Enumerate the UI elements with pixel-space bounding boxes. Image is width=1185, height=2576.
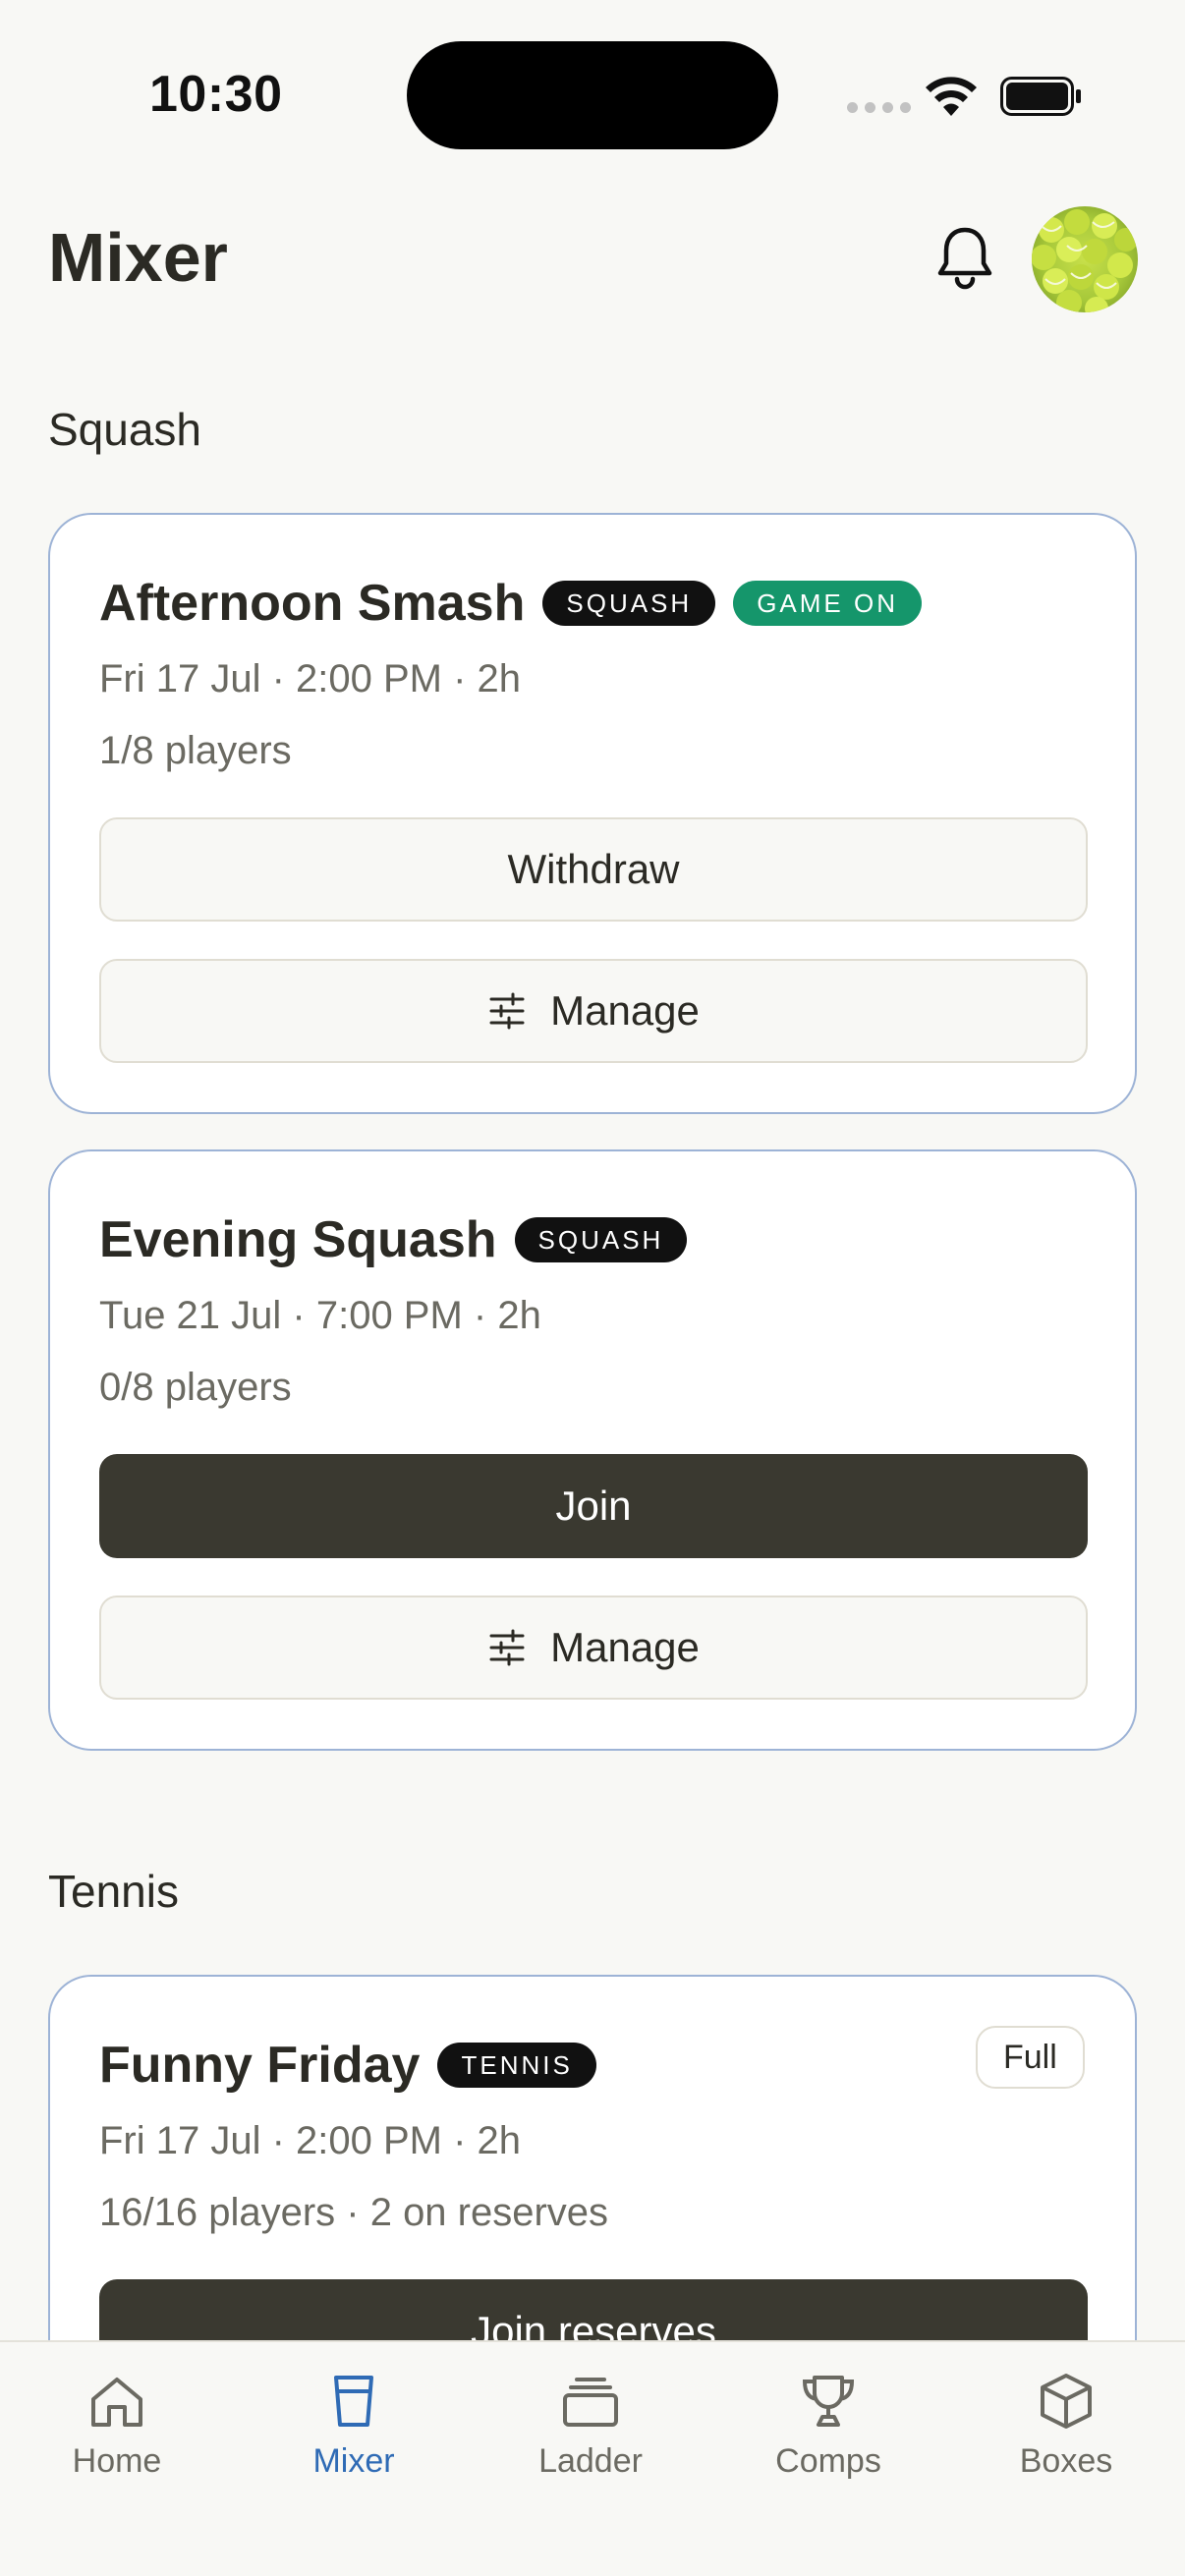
tab-boxes[interactable]: Boxes bbox=[973, 2370, 1159, 2481]
tab-label: Mixer bbox=[312, 2442, 395, 2480]
sport-tag: SQUASH bbox=[514, 1217, 688, 1262]
mixer-screen: 10:30 Mixer Squash Afternoon Smash SQUAS… bbox=[0, 0, 1185, 2576]
join-button-label: Join bbox=[555, 1483, 632, 1529]
game-on-tag: GAME ON bbox=[733, 581, 922, 626]
notifications-bell-icon[interactable] bbox=[933, 224, 996, 293]
tab-ladder[interactable]: Ladder bbox=[497, 2370, 684, 2481]
box-icon bbox=[1041, 2374, 1092, 2429]
manage-button-label: Manage bbox=[550, 1624, 700, 1670]
battery-icon bbox=[1000, 77, 1081, 116]
tab-home[interactable]: Home bbox=[24, 2370, 210, 2481]
full-status-badge: Full bbox=[976, 2026, 1085, 2089]
card-datetime: Fri 17 Jul · 2:00 PM · 2h bbox=[99, 657, 522, 700]
card-title: Funny Friday bbox=[99, 2037, 421, 2094]
avatar[interactable] bbox=[1032, 206, 1138, 312]
manage-button[interactable]: Manage bbox=[99, 1596, 1088, 1700]
ladder-icon bbox=[563, 2378, 618, 2427]
tab-label: Comps bbox=[775, 2442, 881, 2480]
page-title: Mixer bbox=[48, 219, 228, 296]
status-time: 10:30 bbox=[149, 66, 283, 123]
card-title: Evening Squash bbox=[99, 1211, 497, 1268]
manage-button[interactable]: Manage bbox=[99, 959, 1088, 1063]
cellular-signal-icon bbox=[847, 102, 911, 113]
tab-label: Boxes bbox=[1019, 2442, 1113, 2480]
status-bar: 10:30 bbox=[0, 0, 1185, 167]
manage-button-label: Manage bbox=[550, 987, 700, 1034]
tab-label: Ladder bbox=[538, 2442, 643, 2480]
card-player-count: 1/8 players bbox=[99, 729, 292, 772]
tennis-balls-avatar-image bbox=[1032, 209, 1138, 312]
card-datetime: Tue 21 Jul · 7:00 PM · 2h bbox=[99, 1294, 541, 1337]
dynamic-island bbox=[407, 41, 778, 149]
sport-tag: TENNIS bbox=[437, 2043, 596, 2088]
card-player-count: 0/8 players bbox=[99, 1366, 292, 1409]
join-button[interactable]: Join bbox=[99, 1454, 1088, 1558]
tab-comps[interactable]: Comps bbox=[735, 2370, 922, 2481]
withdraw-button-label: Withdraw bbox=[507, 846, 680, 892]
withdraw-button[interactable]: Withdraw bbox=[99, 817, 1088, 922]
bottom-tab-bar: Home Mixer Ladder Comps Boxes bbox=[0, 2340, 1185, 2576]
card-title: Afternoon Smash bbox=[99, 575, 526, 632]
trophy-icon bbox=[802, 2376, 855, 2427]
sliders-icon bbox=[489, 992, 525, 1030]
card-datetime: Fri 17 Jul · 2:00 PM · 2h bbox=[99, 2119, 522, 2162]
wifi-icon bbox=[926, 77, 977, 116]
sport-tag: SQUASH bbox=[542, 581, 716, 626]
home-icon bbox=[91, 2378, 142, 2427]
tab-label: Home bbox=[72, 2442, 162, 2480]
tab-mixer[interactable]: Mixer bbox=[260, 2370, 447, 2481]
section-title-tennis: Tennis bbox=[48, 1866, 179, 1917]
card-player-count: 16/16 players · 2 on reserves bbox=[99, 2191, 609, 2234]
mixer-card-evening-squash[interactable]: Evening Squash SQUASH Tue 21 Jul · 7:00 … bbox=[48, 1149, 1137, 1751]
sliders-icon bbox=[489, 1629, 525, 1666]
section-title-squash: Squash bbox=[48, 404, 202, 455]
mixer-card-afternoon-smash[interactable]: Afternoon Smash SQUASH GAME ON Fri 17 Ju… bbox=[48, 513, 1137, 1114]
cup-icon bbox=[334, 2376, 373, 2427]
